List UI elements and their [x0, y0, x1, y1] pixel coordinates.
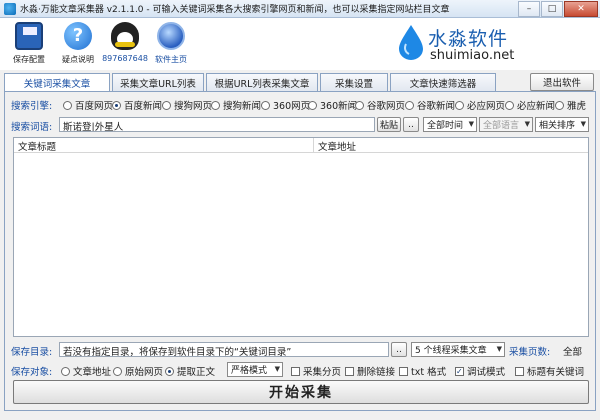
check-debug-mode[interactable]: 调试模式 [455, 364, 505, 378]
threads-select[interactable]: 5 个线程采集文章 ▼ [411, 342, 505, 357]
check-txt-format[interactable]: txt 格式 [399, 364, 446, 378]
save-config-label: 保存配置 [13, 55, 45, 64]
tab-collect-by-url-list[interactable]: 根据URL列表采集文章 [206, 73, 318, 91]
engine-radio-yahoo[interactable]: 雅虎 [555, 98, 586, 112]
maximize-button[interactable]: □ [541, 0, 563, 17]
saveobj-radio-url[interactable]: 文章地址 [61, 364, 111, 378]
app-icon [4, 2, 16, 15]
savedir-input[interactable]: 若没有指定目录，将保存到软件目录下的“关键词目录” [59, 342, 389, 357]
engine-radio-google-news[interactable]: 谷歌新闻 [405, 98, 455, 112]
results-grid[interactable]: 文章标题 文章地址 [13, 137, 589, 337]
engine-radio-360-web[interactable]: 360网页 [261, 98, 310, 112]
brand-logo: 水淼软件 shuimiao.net [398, 22, 578, 66]
exit-button[interactable]: 退出软件 [530, 73, 594, 91]
tab-collect-settings[interactable]: 采集设置 [320, 73, 388, 91]
tab-bar: 关键词采集文章 采集文章URL列表 根据URL列表采集文章 采集设置 文章快速筛… [4, 73, 596, 92]
chevron-down-icon: ▼ [524, 120, 530, 128]
engine-radio-baidu-news[interactable]: 百度新闻 [112, 98, 162, 112]
keywords-input[interactable]: 斯诺登|外星人 [59, 117, 375, 132]
check-title-has-keyword[interactable]: 标题有关键词 [515, 364, 584, 378]
floppy-disk-icon [15, 22, 43, 50]
engine-radio-bing-news[interactable]: 必应新闻 [505, 98, 555, 112]
window-controls: – □ ✕ [517, 0, 600, 18]
engine-radio-google-web[interactable]: 谷歌网页 [355, 98, 405, 112]
browse-dir-button[interactable]: .. [391, 342, 407, 357]
engine-radio-sogou-news[interactable]: 搜狗新闻 [211, 98, 261, 112]
column-article-url[interactable]: 文章地址 [314, 138, 588, 153]
saveobj-label: 保存对象: [11, 367, 53, 378]
keywords-more-button[interactable]: .. [403, 117, 419, 132]
brand-name: 水淼软件 [428, 28, 509, 50]
chevron-down-icon: ▼ [580, 120, 586, 128]
check-collect-pagination[interactable]: 采集分页 [291, 364, 341, 378]
pages-label: 采集页数: [509, 347, 551, 358]
engine-radio-sogou-web[interactable]: 搜狗网页 [162, 98, 212, 112]
title-bar: 水淼·万能文章采集器 v2.1.1.0 - 可输入关键词采集各大搜索引擎网页和新… [0, 0, 600, 18]
qq-penguin-icon [111, 22, 139, 50]
savedir-label: 保存目录: [11, 347, 53, 358]
tab-collect-url-list[interactable]: 采集文章URL列表 [112, 73, 204, 91]
minimize-button[interactable]: – [518, 0, 540, 17]
water-drop-icon [399, 25, 423, 60]
homepage-label: 软件主页 [155, 55, 187, 64]
extract-mode-select[interactable]: 严格模式 ▼ [227, 362, 283, 377]
engine-radio-baidu-web[interactable]: 百度网页 [63, 98, 113, 112]
saveobj-radio-raw-page[interactable]: 原始网页 [113, 364, 163, 378]
brand-url: shuimiao.net [430, 48, 515, 63]
engine-radio-360-news[interactable]: 360新闻 [308, 98, 357, 112]
column-article-title[interactable]: 文章标题 [14, 138, 314, 153]
tab-quick-filter[interactable]: 文章快速筛选器 [390, 73, 496, 91]
language-select: 全部语言 ▼ [479, 117, 533, 132]
pages-value[interactable]: 全部 [563, 344, 582, 358]
save-config-button[interactable]: 保存配置 [6, 20, 52, 68]
tab-keyword-collect[interactable]: 关键词采集文章 [4, 73, 110, 92]
check-remove-links[interactable]: 删除链接 [345, 364, 395, 378]
help-label: 疑点说明 [62, 55, 94, 64]
engine-label: 搜索引擎: [11, 101, 53, 112]
paste-button[interactable]: 粘贴 [377, 117, 401, 132]
question-mark-icon: ? [64, 22, 92, 50]
chevron-down-icon: ▼ [274, 365, 280, 373]
chevron-down-icon: ▼ [496, 345, 502, 353]
qq-number-label: 89768764​8 [102, 54, 148, 63]
engine-radio-bing-web[interactable]: 必应网页 [455, 98, 505, 112]
help-button[interactable]: ? 疑点说明 [55, 20, 101, 68]
window-title: 水淼·万能文章采集器 v2.1.1.0 - 可输入关键词采集各大搜索引擎网页和新… [20, 5, 450, 15]
saveobj-radio-extract-body[interactable]: 提取正文 [165, 364, 215, 378]
main-panel: 搜索引擎: 百度网页 百度新闻 搜狗网页 搜狗新闻 360网页 360新闻 谷歌… [4, 91, 596, 411]
globe-icon [157, 22, 185, 50]
start-collect-button[interactable]: 开始采集 [13, 380, 589, 404]
qq-contact-button[interactable]: 89768764​8 [102, 20, 148, 68]
time-range-select[interactable]: 全部时间 ▼ [423, 117, 477, 132]
keywords-label: 搜索词语: [11, 122, 53, 133]
homepage-button[interactable]: 软件主页 [148, 20, 194, 68]
grid-header: 文章标题 文章地址 [14, 138, 588, 153]
sort-select[interactable]: 相关排序 ▼ [535, 117, 589, 132]
chevron-down-icon: ▼ [468, 120, 474, 128]
close-button[interactable]: ✕ [564, 0, 598, 17]
